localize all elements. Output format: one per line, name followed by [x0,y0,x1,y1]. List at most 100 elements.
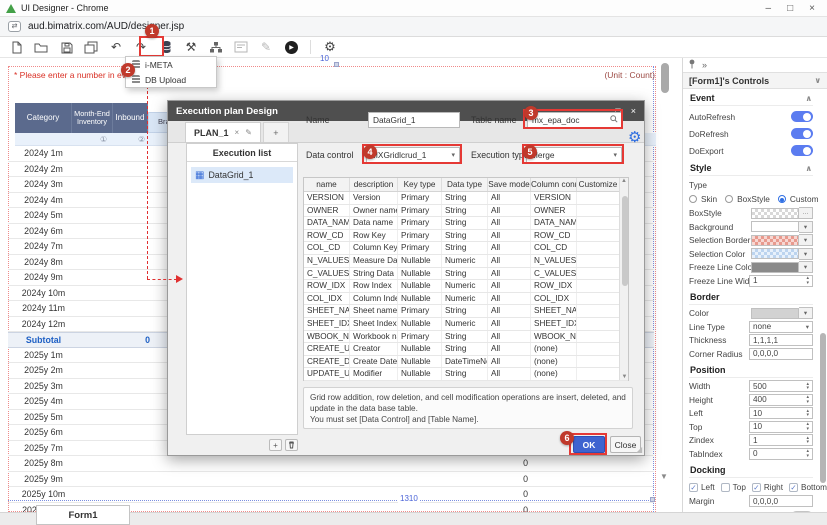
grid-col-header-key-type[interactable]: Key type [398,178,442,191]
grid-cell[interactable] [577,293,620,305]
grid-cell[interactable]: Nullable [398,255,442,267]
spinner-top[interactable]: 10▴▾ [749,421,813,433]
resize-handle-corner[interactable] [650,497,655,502]
chevron-up-icon[interactable]: ∧ [806,164,813,173]
grid-cell[interactable]: Sheet name [350,305,398,317]
ellipsis-button[interactable]: ··· [799,207,813,219]
spinner-arrows-icon[interactable]: ▴▾ [806,382,809,391]
grid-cell[interactable]: (none) [531,356,577,368]
grid-cell[interactable]: String [442,368,488,380]
grid-cell[interactable]: ROW_IDX [531,280,577,292]
grid-col-header-column-conn-[interactable]: Column conn... [531,178,577,191]
checkbox-left[interactable]: ✓ [689,483,698,492]
grid-cell[interactable]: Primary [398,305,442,317]
grid-cell[interactable]: Nullable [398,343,442,355]
grid-cell[interactable]: Numeric [442,293,488,305]
dialog-resize-handle[interactable]: ◢ [636,445,642,454]
grid-cell[interactable]: All [488,368,531,380]
swatch-selection-border[interactable] [751,235,799,246]
grid-row[interactable]: N_VALUESMeasure DataNullableNumericAllN_… [304,255,628,268]
grid-row[interactable]: C_VALUESString DataNullableStringAllC_VA… [304,268,628,281]
grid-cell[interactable]: String Data [350,268,398,280]
spinner-arrows-icon[interactable]: ▴▾ [806,449,809,458]
panel-scrollbar[interactable] [820,78,826,518]
input-corner-radius[interactable]: 0,0,0,0 [749,348,813,360]
grid-cell[interactable]: All [488,318,531,330]
grid-cell[interactable]: ROW_IDX [304,280,350,292]
grid-cell[interactable]: Measure Data [350,255,398,267]
spinner-width[interactable]: 500▴▾ [749,380,813,392]
grid-cell[interactable] [577,217,620,229]
grid-cell[interactable]: Primary [398,331,442,343]
grid-col-header-data-type[interactable]: Data type [442,178,488,191]
url-text[interactable]: aud.bimatrix.com/AUD/designer.jsp [28,21,184,32]
grid-row[interactable]: WBOOK_NA...Workbook na...PrimaryStringAl… [304,331,628,344]
run-icon[interactable]: ▶ [283,39,299,55]
add-plan-button[interactable]: + [269,439,282,451]
grid-cell[interactable] [577,280,620,292]
grid-cell[interactable]: COL_IDX [304,293,350,305]
grid-cell[interactable]: Row Key [350,230,398,242]
grid-cell[interactable]: WBOOK_NA... [304,331,350,343]
grid-cell[interactable]: DateTimeNow [442,356,488,368]
panel-title-bar[interactable]: [Form1]'s Controls ∨ [683,72,827,89]
spinner-arrows-icon[interactable]: ▴▾ [806,395,809,404]
pin-icon[interactable] [688,59,696,71]
grid-col-header-description[interactable]: description [350,178,398,191]
grid-cell[interactable] [577,242,620,254]
checkbox-bottom[interactable]: ✓ [789,483,798,492]
delete-plan-button[interactable] [285,439,298,451]
col-header-inbound[interactable]: Inbound [113,103,148,133]
spinner-zindex[interactable]: 1▴▾ [749,434,813,446]
grid-scrollbar[interactable]: ▲▼ [619,178,628,380]
grid-cell[interactable]: Column Key [350,242,398,254]
grid-cell[interactable]: Create Date [350,356,398,368]
grid-cell[interactable] [577,356,620,368]
grid-cell[interactable]: Primary [398,242,442,254]
grid-cell[interactable]: String [442,331,488,343]
grid-cell[interactable]: Nullable [398,268,442,280]
grid-row[interactable]: OWNEROwner namePrimaryStringAllOWNER [304,205,628,218]
swatch-selection-color[interactable] [751,248,799,259]
grid-row[interactable]: CREATE_DATECreate DateNullableDateTimeNo… [304,356,628,369]
grid-cell[interactable]: Primary [398,217,442,229]
grid-cell[interactable]: All [488,242,531,254]
close-icon[interactable]: × [809,3,815,14]
tab-close-icon[interactable]: × [235,128,240,137]
grid-cell[interactable]: Column Index [350,293,398,305]
canvas-scrollbar-thumb[interactable] [661,63,669,93]
collapse-icon[interactable]: » [702,60,707,70]
grid-row[interactable]: COL_CDColumn KeyPrimaryStringAllCOL_CD [304,242,628,255]
grid-cell[interactable]: String [442,230,488,242]
dropdown-arrow-icon[interactable]: ▾ [799,221,813,233]
grid-cell[interactable]: UPDATE_USER [304,368,350,380]
grid-cell[interactable] [577,318,620,330]
toggle-autorefresh[interactable] [791,111,813,122]
col-header-category[interactable]: Category [15,103,72,133]
grid-cell[interactable]: N_VALUES [531,255,577,267]
section-header-border[interactable]: Border [689,288,813,305]
save-all-icon[interactable] [83,39,99,55]
grid-cell[interactable] [577,343,620,355]
swatch-freeze-line-color[interactable] [751,262,799,273]
grid-cell[interactable]: SHEET_NAME [531,305,577,317]
grid-cell[interactable]: SHEET_IDX [304,318,350,330]
settings-gear-icon[interactable]: ⚙ [322,39,338,55]
grid-cell[interactable]: Numeric [442,255,488,267]
table-row[interactable]: 2025y 9m0 [8,472,654,488]
tab-switcher-icon[interactable]: ⇄ [8,21,21,32]
section-header-event[interactable]: Event∧ [689,89,813,106]
dropdown-arrow-icon[interactable]: ▾ [799,248,813,260]
grid-cell[interactable] [577,305,620,317]
tab-plan-1[interactable]: PLAN_1 × ✎ [185,122,261,142]
grid-cell[interactable]: Data name [350,217,398,229]
grid-cell[interactable]: Nullable [398,368,442,380]
spinner-height[interactable]: 400▴▾ [749,394,813,406]
grid-cell[interactable]: All [488,331,531,343]
grid-cell[interactable] [577,192,620,204]
input-margin[interactable]: 0,0,0,0 [749,495,813,507]
col-header-inventory[interactable]: Month-End Inventory [72,103,113,133]
tab-add-button[interactable]: + [263,122,289,142]
grid-cell[interactable]: SHEET_NAME [304,305,350,317]
grid-cell[interactable]: (none) [531,343,577,355]
